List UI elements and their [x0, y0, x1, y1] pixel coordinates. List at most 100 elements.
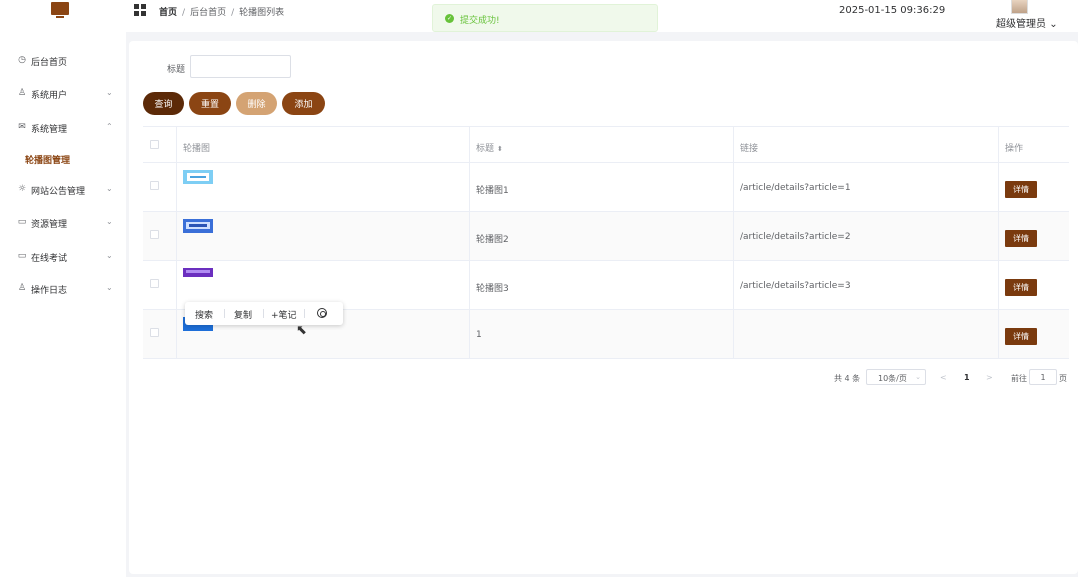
popup-divider: [304, 309, 305, 318]
detail-button[interactable]: 详情: [1005, 181, 1037, 198]
query-button[interactable]: 查询: [143, 92, 184, 115]
header-title[interactable]: 标题 ⬍: [476, 141, 503, 154]
header-title-label: 标题: [476, 144, 495, 154]
detail-button[interactable]: 详情: [1005, 279, 1037, 296]
header-action: 操作: [1005, 144, 1024, 154]
row-title-cell: 轮播图1: [469, 163, 733, 211]
goto-page-input[interactable]: 1: [1029, 369, 1057, 385]
next-page-button[interactable]: >: [986, 373, 993, 382]
sort-icon[interactable]: ⬍: [497, 145, 503, 153]
row-title-cell: 轮播图3: [469, 261, 733, 309]
row-checkbox[interactable]: [150, 328, 159, 337]
header-link-cell: 链接: [733, 127, 998, 162]
row-link-cell: /article/details?article=2: [733, 212, 998, 260]
sidebar-item-dashboard[interactable]: ◷ 后台首页: [0, 50, 126, 72]
detail-button[interactable]: 详情: [1005, 230, 1037, 247]
goto-label: 前往: [1011, 374, 1027, 383]
carousel-thumbnail[interactable]: [183, 268, 213, 282]
delete-button[interactable]: 删除: [236, 92, 277, 115]
sidebar-item-users[interactable]: ♙ 系统用户 ⌄: [0, 83, 126, 105]
row-link: /article/details?article=3: [740, 281, 851, 291]
prev-page-button[interactable]: <: [940, 373, 947, 382]
settings-icon[interactable]: [317, 308, 327, 318]
clock-icon: ◷: [18, 55, 26, 65]
pagination-total: 共 4 条: [834, 374, 861, 383]
breadcrumb-home[interactable]: 首页: [159, 8, 177, 18]
popup-divider: [224, 309, 225, 318]
row-select-cell: [143, 310, 176, 358]
logo-stand: [56, 16, 64, 18]
sidebar-item-logs[interactable]: ♙ 操作日志 ⌄: [0, 278, 126, 300]
search-label: 标题: [167, 65, 186, 75]
row-link-cell: [733, 310, 998, 358]
page-size-value: 10条/页: [878, 374, 907, 383]
carousel-thumbnail[interactable]: [183, 170, 213, 184]
row-select-cell: [143, 163, 176, 211]
menu-toggle-icon[interactable]: [134, 4, 146, 16]
row-select-cell: [143, 261, 176, 309]
sidebar-item-system[interactable]: ✉ 系统管理 ⌃: [0, 117, 126, 139]
sidebar-item-label: 在线考试: [31, 254, 68, 264]
sidebar-item-carousel[interactable]: 轮播图管理: [0, 146, 126, 170]
popup-divider: [263, 309, 264, 318]
popup-search-button[interactable]: 搜索: [195, 308, 213, 321]
user-menu[interactable]: 超级管理员 ⌄: [996, 15, 1058, 30]
row-checkbox[interactable]: [150, 230, 159, 239]
page-number-current[interactable]: 1: [964, 373, 970, 382]
row-link-cell: /article/details?article=3: [733, 261, 998, 309]
sun-icon: ☼: [17, 184, 27, 194]
sidebar-item-label: 网站公告管理: [31, 187, 86, 197]
reset-button[interactable]: 重置: [189, 92, 231, 115]
sidebar-item-announcements[interactable]: ☼ 网站公告管理 ⌄: [0, 179, 126, 201]
chevron-down-icon: ⌄: [106, 88, 113, 97]
breadcrumb-dashboard[interactable]: 后台首页: [190, 8, 226, 18]
row-link: /article/details?article=1: [740, 183, 851, 193]
header-title-cell[interactable]: 标题 ⬍: [469, 127, 733, 162]
monitor-icon: ▭: [17, 217, 27, 227]
header-image-cell: 轮播图: [176, 127, 469, 162]
row-title: 轮播图2: [476, 235, 509, 245]
sidebar-item-exam[interactable]: ▭ 在线考试 ⌄: [0, 246, 126, 268]
carousel-thumbnail[interactable]: [183, 219, 213, 233]
chevron-down-icon: ⌄: [106, 184, 113, 193]
popup-note-button[interactable]: +笔记: [271, 308, 297, 321]
sidebar-item-resources[interactable]: ▭ 资源管理 ⌄: [0, 212, 126, 234]
title-search-input[interactable]: [190, 55, 291, 78]
user-icon: ♙: [17, 88, 27, 98]
row-title: 轮播图3: [476, 284, 509, 294]
check-circle-icon: ✓: [445, 14, 454, 23]
sidebar-item-label: 操作日志: [31, 286, 68, 296]
row-action-cell: 详情: [998, 261, 1069, 309]
chevron-up-icon: ⌃: [106, 122, 113, 131]
page-size-select[interactable]: 10条/页 ⌄: [866, 369, 926, 385]
row-link-cell: /article/details?article=1: [733, 163, 998, 211]
toast-message: 提交成功!: [460, 16, 500, 26]
sidebar-subitem-label: 轮播图管理: [25, 156, 71, 166]
row-image-cell: [176, 212, 469, 260]
text-selection-popup: 搜索 复制 +笔记: [185, 302, 343, 325]
header-action-cell: 操作: [998, 127, 1069, 162]
add-button[interactable]: 添加: [282, 92, 325, 115]
chevron-down-icon: ⌄: [1049, 19, 1058, 30]
row-checkbox[interactable]: [150, 181, 159, 190]
current-datetime: 2025-01-15 09:36:29: [839, 5, 946, 16]
chevron-down-icon: ⌄: [915, 373, 921, 381]
breadcrumb-current: 轮播图列表: [239, 8, 285, 18]
row-image-cell: [176, 163, 469, 211]
mouse-cursor-icon: ⬉: [296, 323, 307, 338]
detail-button[interactable]: 详情: [1005, 328, 1037, 345]
row-action-cell: 详情: [998, 163, 1069, 211]
select-all-checkbox[interactable]: [150, 140, 159, 149]
row-checkbox[interactable]: [150, 279, 159, 288]
chevron-down-icon: ⌄: [106, 217, 113, 226]
user-icon: ♙: [17, 283, 27, 293]
popup-copy-button[interactable]: 复制: [234, 308, 252, 321]
chevron-down-icon: ⌄: [106, 251, 113, 260]
sidebar: ◷ 后台首页 ♙ 系统用户 ⌄ ✉ 系统管理 ⌃ 轮播图管理 ☼ 网站公告管理 …: [0, 32, 126, 577]
monitor-icon: ▭: [17, 251, 27, 261]
row-link: /article/details?article=2: [740, 232, 851, 242]
row-action-cell: 详情: [998, 310, 1069, 358]
avatar[interactable]: [1011, 0, 1028, 14]
row-title: 1: [476, 330, 482, 340]
logo-icon[interactable]: [51, 2, 69, 18]
